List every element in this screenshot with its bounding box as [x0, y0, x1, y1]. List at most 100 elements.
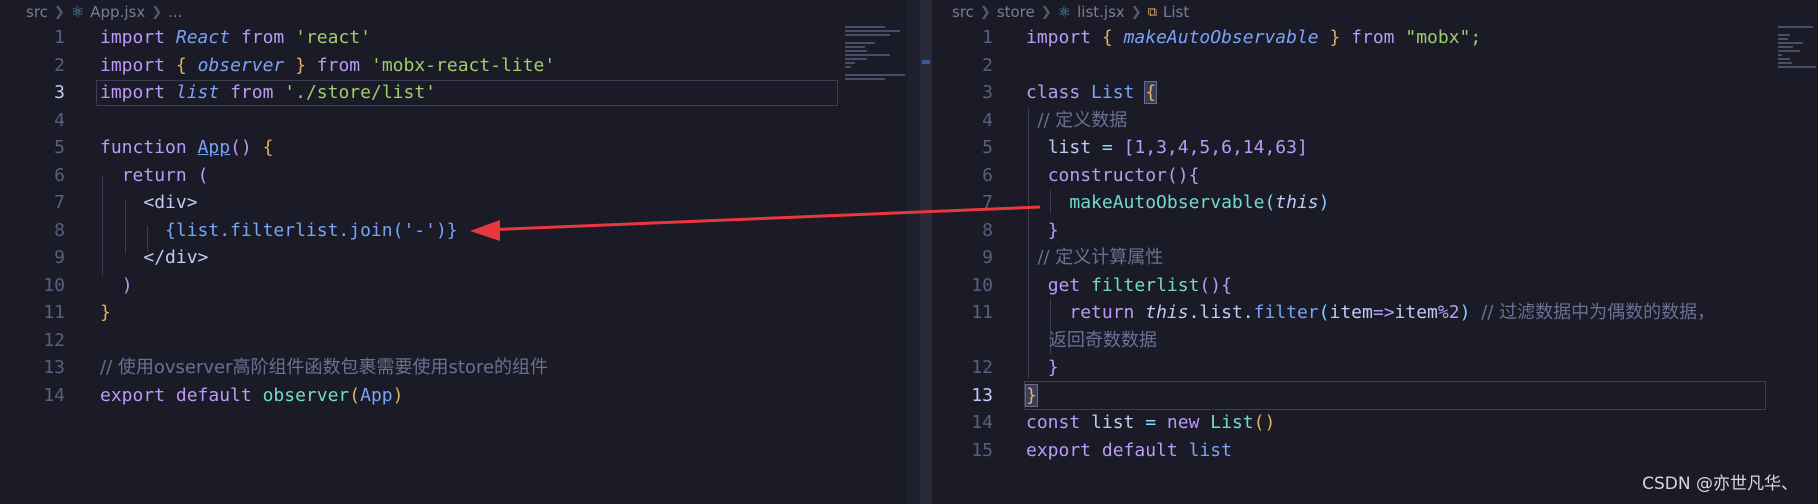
code-line: 4 // 定义数据: [932, 107, 1818, 135]
line-number: 3: [982, 82, 993, 103]
breadcrumb-item-src[interactable]: src: [952, 3, 974, 21]
code-comment[interactable]: 返回奇数数据: [1026, 327, 1157, 355]
editor-pane-left[interactable]: src ❯ ⚛ App.jsx ❯ ... 1 import React fro…: [0, 0, 920, 504]
code-line: 14 export default observer(App): [0, 382, 920, 410]
breadcrumb-item-file[interactable]: list.jsx: [1077, 3, 1125, 21]
code-text[interactable]: import { makeAutoObservable } from "mobx…: [1026, 24, 1481, 52]
react-file-icon: ⚛: [1057, 3, 1072, 21]
code-line: 15 export default list: [932, 437, 1818, 465]
code-text[interactable]: get filterlist(){: [1026, 272, 1232, 300]
line-number: 15: [971, 439, 993, 461]
line-number: 11: [43, 302, 65, 323]
line-number: 10: [43, 274, 65, 296]
code-text[interactable]: constructor(){: [1026, 162, 1200, 190]
code-line: 13 // 使用ovserver高阶组件函数包裹需要使用store的组件: [0, 354, 920, 382]
scrollbar[interactable]: [906, 0, 920, 504]
breadcrumb: src ❯ store ❯ ⚛ list.jsx ❯ ⧉ List: [932, 0, 1818, 24]
line-number: 1: [982, 27, 993, 48]
line-number: 9: [982, 247, 993, 268]
code-text[interactable]: }: [100, 299, 111, 327]
code-text[interactable]: }: [1026, 217, 1059, 245]
sash-handle[interactable]: [922, 60, 930, 64]
breadcrumb-item-class[interactable]: List: [1163, 3, 1189, 21]
code-text[interactable]: export default observer(App): [100, 382, 403, 410]
code-line: 10 ): [0, 272, 920, 300]
line-number: 11: [971, 302, 993, 323]
code-text[interactable]: export default list: [1026, 437, 1232, 465]
code-line: 11 }: [0, 299, 920, 327]
code-text[interactable]: return this.list.filter(item=>item%2) //…: [1026, 299, 1715, 327]
line-number: 13: [43, 357, 65, 378]
line-number: 6: [54, 164, 65, 186]
breadcrumb-item-src[interactable]: src: [26, 3, 48, 21]
code-text[interactable]: makeAutoObservable(this): [1026, 189, 1329, 217]
minimap[interactable]: [845, 24, 915, 144]
code-line: 1 import { makeAutoObservable } from "mo…: [932, 24, 1818, 52]
code-text[interactable]: return (: [100, 162, 209, 190]
code-line: 6 constructor(){: [932, 162, 1818, 190]
code-text[interactable]: class List {: [1026, 79, 1158, 107]
chevron-right-icon: ❯: [53, 4, 65, 20]
code-text[interactable]: import React from 'react': [100, 24, 371, 52]
line-number: 3: [54, 82, 65, 103]
line-number: 12: [43, 329, 65, 351]
code-text[interactable]: const list = new List(): [1026, 409, 1275, 437]
code-line: 12 }: [932, 354, 1818, 382]
code-line: 5 list = [1,3,4,5,6,14,63]: [932, 134, 1818, 162]
breadcrumb-item-file[interactable]: App.jsx: [90, 3, 145, 21]
code-line: 3 class List {: [932, 79, 1818, 107]
code-line: 7 <div>: [0, 189, 920, 217]
line-number: 2: [982, 54, 993, 76]
breadcrumb: src ❯ ⚛ App.jsx ❯ ...: [0, 0, 920, 24]
code-text[interactable]: </div>: [100, 244, 208, 272]
line-number: 13: [971, 384, 993, 406]
code-text[interactable]: function App() {: [100, 134, 273, 162]
code-text[interactable]: list = [1,3,4,5,6,14,63]: [1026, 134, 1308, 162]
editor-pane-right[interactable]: src ❯ store ❯ ⚛ list.jsx ❯ ⧉ List 1 impo…: [932, 0, 1818, 504]
chevron-right-icon: ❯: [1040, 4, 1052, 20]
line-number: 5: [982, 137, 993, 158]
code-text[interactable]: }: [1026, 354, 1059, 382]
line-number: 6: [982, 164, 993, 186]
line-number: 14: [971, 412, 993, 433]
code-line: 3 import list from './store/list': [0, 79, 920, 107]
code-line: 8 }: [932, 217, 1818, 245]
code-comment[interactable]: // 定义计算属性: [1026, 244, 1163, 272]
line-number: 14: [43, 384, 65, 406]
code-comment[interactable]: // 定义数据: [1026, 107, 1127, 135]
minimap[interactable]: [1778, 24, 1818, 144]
code-text[interactable]: {list.filterlist.join('-')}: [100, 217, 458, 245]
code-line: 9 </div>: [0, 244, 920, 272]
code-line: 返回奇数数据: [932, 327, 1818, 355]
code-line: 8 {list.filterlist.join('-')}: [0, 217, 920, 245]
code-text[interactable]: <div>: [100, 189, 197, 217]
pane-divider[interactable]: [920, 0, 932, 504]
code-line: 4: [0, 107, 920, 135]
code-line: 13 }: [932, 382, 1818, 410]
line-number: 1: [54, 27, 65, 48]
code-comment[interactable]: // 使用ovserver高阶组件函数包裹需要使用store的组件: [100, 354, 548, 382]
line-number: 7: [54, 192, 65, 213]
line-number: 4: [982, 109, 993, 131]
code-text[interactable]: }: [1025, 382, 1038, 410]
code-line: 9 // 定义计算属性: [932, 244, 1818, 272]
code-line: 12: [0, 327, 920, 355]
react-file-icon: ⚛: [70, 3, 85, 21]
chevron-right-icon: ❯: [979, 4, 991, 20]
line-number: 5: [54, 137, 65, 158]
code-text[interactable]: import { observer } from 'mobx-react-lit…: [100, 52, 555, 80]
code-line: 2: [932, 52, 1818, 80]
code-line: 6 return (: [0, 162, 920, 190]
code-line: 11 return this.list.filter(item=>item%2)…: [932, 299, 1818, 327]
chevron-right-icon: ❯: [1130, 4, 1142, 20]
line-number: 9: [54, 247, 65, 268]
line-number: 12: [971, 357, 993, 378]
line-number: 7: [982, 192, 993, 213]
line-number: 4: [54, 109, 65, 131]
code-text[interactable]: import list from './store/list': [100, 79, 436, 107]
line-number: 8: [54, 219, 65, 241]
code-line: 7 makeAutoObservable(this): [932, 189, 1818, 217]
breadcrumb-item-store[interactable]: store: [997, 3, 1035, 21]
breadcrumb-item-ellipsis[interactable]: ...: [168, 3, 182, 21]
code-text[interactable]: ): [100, 272, 133, 300]
